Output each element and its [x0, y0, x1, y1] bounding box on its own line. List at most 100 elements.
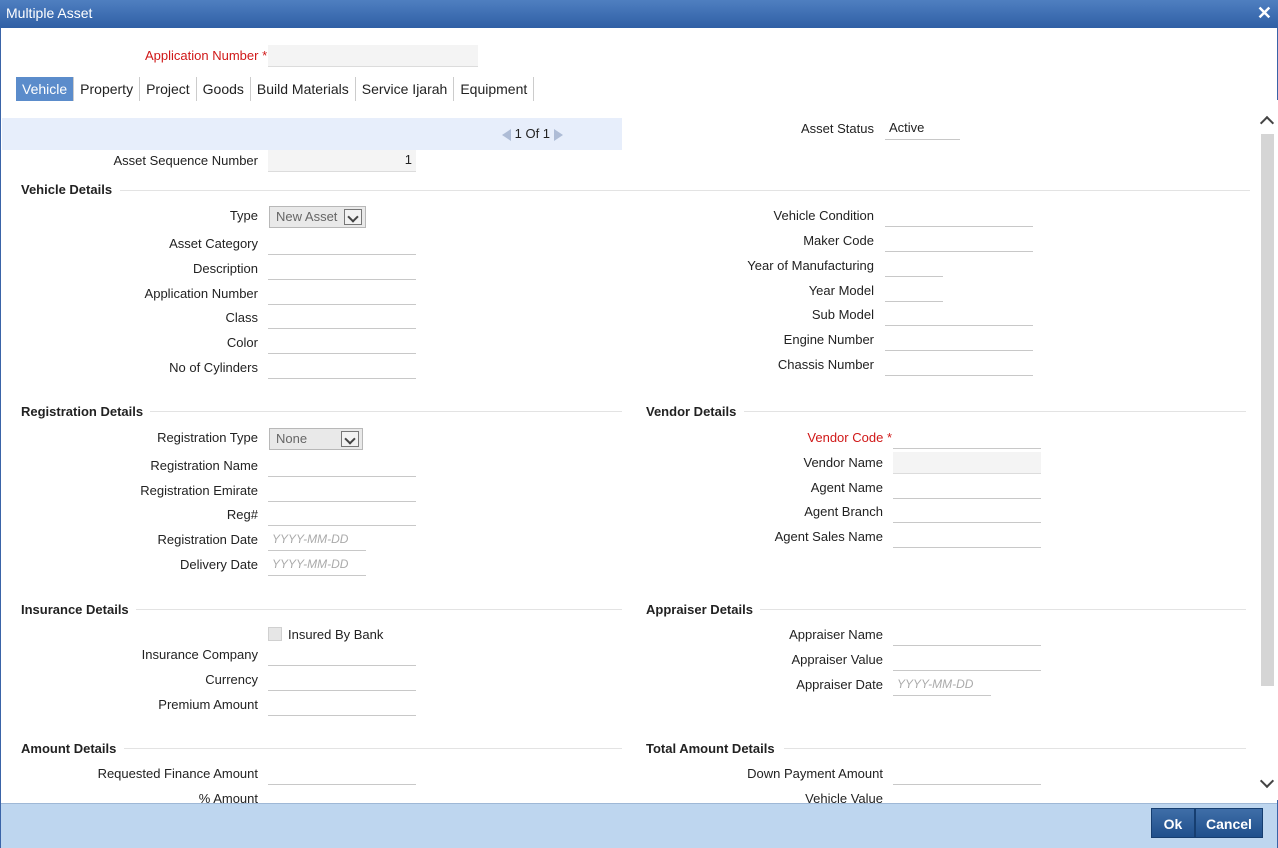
next-record-icon[interactable]	[553, 128, 563, 141]
vehicle-condition-input[interactable]	[885, 205, 1033, 227]
color-label: Color	[226, 335, 258, 350]
insured-by-bank-checkbox[interactable]	[268, 627, 282, 641]
appraiser-details-heading: Appraiser Details	[646, 602, 753, 617]
tab-vehicle[interactable]: Vehicle	[16, 77, 75, 101]
registration-details-heading: Registration Details	[21, 404, 144, 419]
amount-details-heading: Amount Details	[21, 741, 117, 756]
tab-project[interactable]: Project	[140, 77, 197, 101]
asset-status-label: Asset Status	[801, 121, 874, 136]
agent-branch-label: Agent Branch	[804, 504, 883, 519]
tab-equipment[interactable]: Equipment	[454, 77, 535, 101]
agent-name-input[interactable]	[893, 477, 1041, 499]
registration-emirate-label: Registration Emirate	[140, 483, 258, 498]
asset-sequence-input[interactable]: 1	[268, 150, 416, 172]
year-of-manufacturing-label: Year of Manufacturing	[747, 258, 874, 273]
insurance-details-heading: Insurance Details	[21, 602, 129, 617]
chevron-down-icon[interactable]	[1259, 773, 1275, 789]
chevron-down-icon	[341, 431, 359, 447]
maker-code-input[interactable]	[885, 230, 1033, 252]
insurance-company-input[interactable]	[268, 644, 416, 666]
vendor-name-label: Vendor Name	[803, 455, 884, 470]
vendor-code-label: Vendor Code *	[807, 430, 892, 445]
registration-emirate-input[interactable]	[268, 480, 416, 502]
requested-finance-amount-input[interactable]	[268, 763, 416, 785]
cancel-button[interactable]: Cancel	[1195, 808, 1263, 838]
premium-amount-input[interactable]	[268, 694, 416, 716]
vehicle-details-heading: Vehicle Details	[21, 182, 113, 197]
registration-date-input[interactable]: YYYY-MM-DD	[268, 529, 366, 551]
asset-sequence-label: Asset Sequence Number	[113, 153, 258, 168]
sub-model-input[interactable]	[885, 304, 1033, 326]
vendor-code-input[interactable]	[893, 427, 1041, 449]
description-label: Description	[192, 261, 258, 276]
record-pager-text: 1 Of 1	[514, 126, 551, 141]
class-label: Class	[225, 310, 258, 325]
appraiser-name-input[interactable]	[893, 624, 1041, 646]
cylinders-label: No of Cylinders	[169, 360, 258, 375]
currency-label: Currency	[205, 672, 258, 687]
registration-date-placeholder: YYYY-MM-DD	[272, 532, 349, 546]
section-divider	[784, 748, 1246, 749]
color-input[interactable]	[268, 332, 416, 354]
vehicle-application-number-label: Application Number	[144, 286, 258, 301]
section-divider	[136, 609, 622, 610]
tab-goods[interactable]: Goods	[197, 77, 251, 101]
section-divider	[760, 609, 1246, 610]
down-payment-amount-label: Down Payment Amount	[747, 766, 883, 781]
delivery-date-placeholder: YYYY-MM-DD	[272, 557, 349, 571]
chassis-number-input[interactable]	[885, 354, 1033, 376]
year-of-manufacturing-input[interactable]	[885, 255, 943, 277]
previous-record-icon[interactable]	[502, 128, 511, 141]
vehicle-condition-label: Vehicle Condition	[773, 208, 874, 223]
application-number-input[interactable]	[268, 45, 478, 67]
vertical-scrollbar[interactable]	[1258, 100, 1278, 800]
asset-category-label: Asset Category	[169, 236, 258, 251]
cylinders-input[interactable]	[268, 357, 416, 379]
engine-number-input[interactable]	[885, 329, 1033, 351]
appraiser-date-label: Appraiser Date	[796, 677, 883, 692]
engine-number-label: Engine Number	[783, 332, 874, 347]
premium-amount-label: Premium Amount	[158, 697, 258, 712]
delivery-date-input[interactable]: YYYY-MM-DD	[268, 554, 366, 576]
chevron-down-icon	[344, 209, 362, 225]
agent-sales-name-label: Agent Sales Name	[774, 529, 883, 544]
description-input[interactable]	[268, 258, 416, 280]
sub-model-label: Sub Model	[811, 307, 874, 322]
class-input[interactable]	[268, 307, 416, 329]
asset-type-tabs: Vehicle Property Project Goods Build Mat…	[16, 77, 535, 101]
insurance-company-label: Insurance Company	[141, 647, 258, 662]
registration-name-input[interactable]	[268, 455, 416, 477]
down-payment-amount-input[interactable]	[893, 763, 1041, 785]
chassis-number-label: Chassis Number	[777, 357, 874, 372]
vendor-name-input[interactable]	[893, 452, 1041, 474]
tab-service-ijarah[interactable]: Service Ijarah	[356, 77, 455, 101]
vehicle-application-number-input[interactable]	[268, 283, 416, 305]
registration-name-label: Registration Name	[150, 458, 258, 473]
section-divider	[150, 411, 622, 412]
scrollbar-thumb[interactable]	[1261, 134, 1274, 686]
close-icon[interactable]: ✕	[1257, 3, 1272, 24]
agent-sales-name-input[interactable]	[893, 526, 1041, 548]
reg-number-input[interactable]	[268, 504, 416, 526]
reg-number-label: Reg#	[226, 507, 258, 522]
registration-type-label: Registration Type	[157, 430, 258, 445]
delivery-date-label: Delivery Date	[179, 557, 258, 572]
type-select[interactable]: New Asset	[269, 206, 366, 228]
appraiser-value-input[interactable]	[893, 649, 1041, 671]
ok-button[interactable]: Ok	[1151, 808, 1195, 838]
appraiser-date-input[interactable]: YYYY-MM-DD	[893, 674, 991, 696]
section-divider	[120, 190, 1250, 191]
tab-build-materials[interactable]: Build Materials	[251, 77, 356, 101]
agent-branch-input[interactable]	[893, 501, 1041, 523]
year-model-label: Year Model	[808, 283, 874, 298]
year-model-input[interactable]	[885, 280, 943, 302]
asset-category-input[interactable]	[268, 233, 416, 255]
chevron-up-icon[interactable]	[1259, 115, 1275, 131]
application-number-label: Application Number *	[145, 48, 268, 63]
registration-type-select[interactable]: None	[269, 428, 363, 450]
dialog-footer	[1, 803, 1277, 848]
tab-property[interactable]: Property	[74, 77, 141, 101]
currency-input[interactable]	[268, 669, 416, 691]
type-select-value: New Asset	[276, 209, 338, 224]
appraiser-value-label: Appraiser Value	[791, 652, 883, 667]
